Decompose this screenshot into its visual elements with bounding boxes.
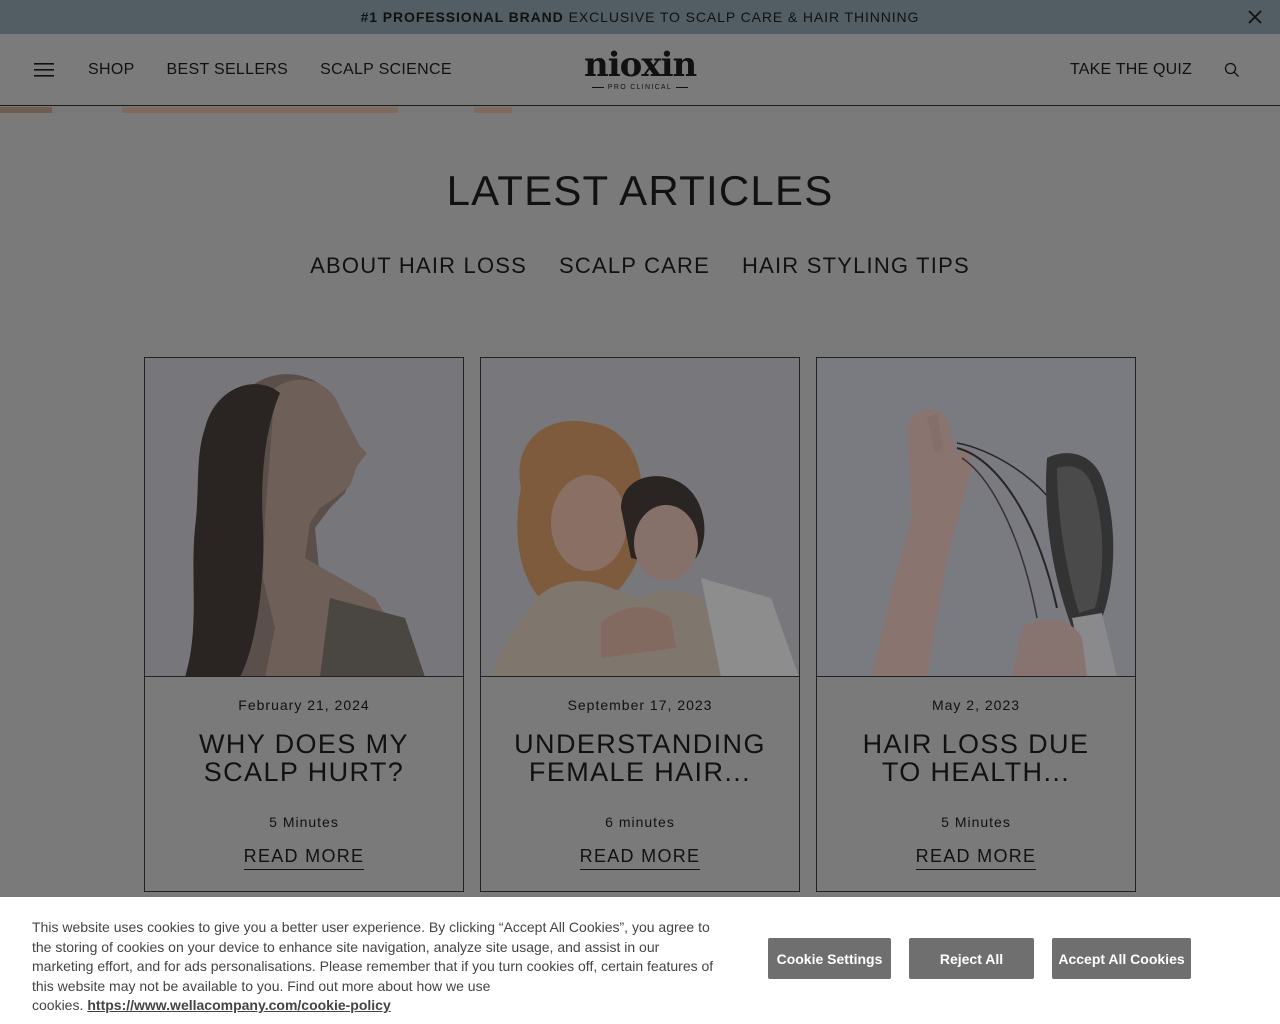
article-read-time: 5 Minutes: [269, 814, 339, 830]
reject-all-button[interactable]: Reject All: [909, 938, 1034, 979]
article-read-time: 5 Minutes: [941, 814, 1011, 830]
search-icon[interactable]: [1224, 62, 1240, 78]
article-image-woman-profile[interactable]: [145, 358, 463, 677]
site-header: SHOP BEST SELLERS SCALP SCIENCE nioxin P…: [0, 34, 1280, 106]
logo-rule-left: [591, 87, 604, 88]
cookie-settings-button[interactable]: Cookie Settings: [768, 938, 891, 979]
tab-about-hair-loss[interactable]: ABOUT HAIR LOSS: [310, 253, 527, 279]
article-date: September 17, 2023: [567, 697, 713, 713]
article-date: February 21, 2024: [238, 697, 370, 713]
logo-word: nioxin: [584, 45, 697, 85]
logo-sub-text: PRO CLINICAL: [607, 84, 673, 91]
nioxin-logo[interactable]: nioxin PRO CLINICAL: [584, 45, 697, 96]
take-quiz-link[interactable]: TAKE THE QUIZ: [1070, 61, 1192, 79]
article-title[interactable]: HAIR LOSS DUE TO HEALTH...: [817, 730, 1135, 814]
category-tabs: ABOUT HAIR LOSS SCALP CARE HAIR STYLING …: [0, 253, 1280, 279]
nav-best-sellers[interactable]: BEST SELLERS: [167, 61, 289, 79]
article-cards: February 21, 2024 WHY DOES MY SCALP HURT…: [144, 357, 1136, 892]
article-title[interactable]: WHY DOES MY SCALP HURT?: [145, 730, 463, 814]
article-title[interactable]: UNDERSTANDING FEMALE HAIR...: [481, 730, 799, 814]
logo-rule-right: [676, 87, 689, 88]
nav-shop[interactable]: SHOP: [88, 61, 135, 79]
read-more-link[interactable]: READ MORE: [579, 846, 701, 870]
article-read-time: 6 minutes: [605, 814, 675, 830]
articles-section: LATEST ARTICLES ABOUT HAIR LOSS SCALP CA…: [0, 113, 1280, 897]
promo-bar: #1 PROFESSIONAL BRAND EXCLUSIVE TO SCALP…: [0, 0, 1280, 34]
hamburger-icon[interactable]: [34, 62, 54, 78]
article-card[interactable]: February 21, 2024 WHY DOES MY SCALP HURT…: [144, 357, 464, 892]
logo-sub: PRO CLINICAL: [584, 84, 696, 91]
promo-text: EXCLUSIVE TO SCALP CARE & HAIR THINNING: [568, 9, 920, 25]
article-card[interactable]: September 17, 2023 UNDERSTANDING FEMALE …: [480, 357, 800, 892]
accept-all-cookies-button[interactable]: Accept All Cookies: [1052, 938, 1191, 979]
nav-scalp-science[interactable]: SCALP SCIENCE: [320, 61, 452, 79]
article-image-two-women[interactable]: [481, 358, 799, 677]
tab-hair-styling-tips[interactable]: HAIR STYLING TIPS: [742, 253, 970, 279]
section-title: LATEST ARTICLES: [446, 167, 834, 214]
read-more-link[interactable]: READ MORE: [915, 846, 1037, 870]
promo-bold: #1 PROFESSIONAL BRAND: [360, 9, 564, 25]
read-more-link[interactable]: READ MORE: [243, 846, 365, 870]
cookie-policy-link[interactable]: https://www.wellacompany.com/cookie-poli…: [87, 997, 390, 1013]
article-date: May 2, 2023: [931, 697, 1021, 713]
cookie-banner: This website uses cookies to give you a …: [0, 897, 1280, 1024]
article-card[interactable]: May 2, 2023 HAIR LOSS DUE TO HEALTH... 5…: [816, 357, 1136, 892]
close-icon[interactable]: [1246, 8, 1264, 26]
tab-scalp-care[interactable]: SCALP CARE: [559, 253, 710, 279]
article-image-hairbrush[interactable]: [817, 358, 1135, 677]
main-nav: SHOP BEST SELLERS SCALP SCIENCE: [88, 34, 452, 106]
cookie-text: This website uses cookies to give you a …: [32, 918, 722, 1016]
